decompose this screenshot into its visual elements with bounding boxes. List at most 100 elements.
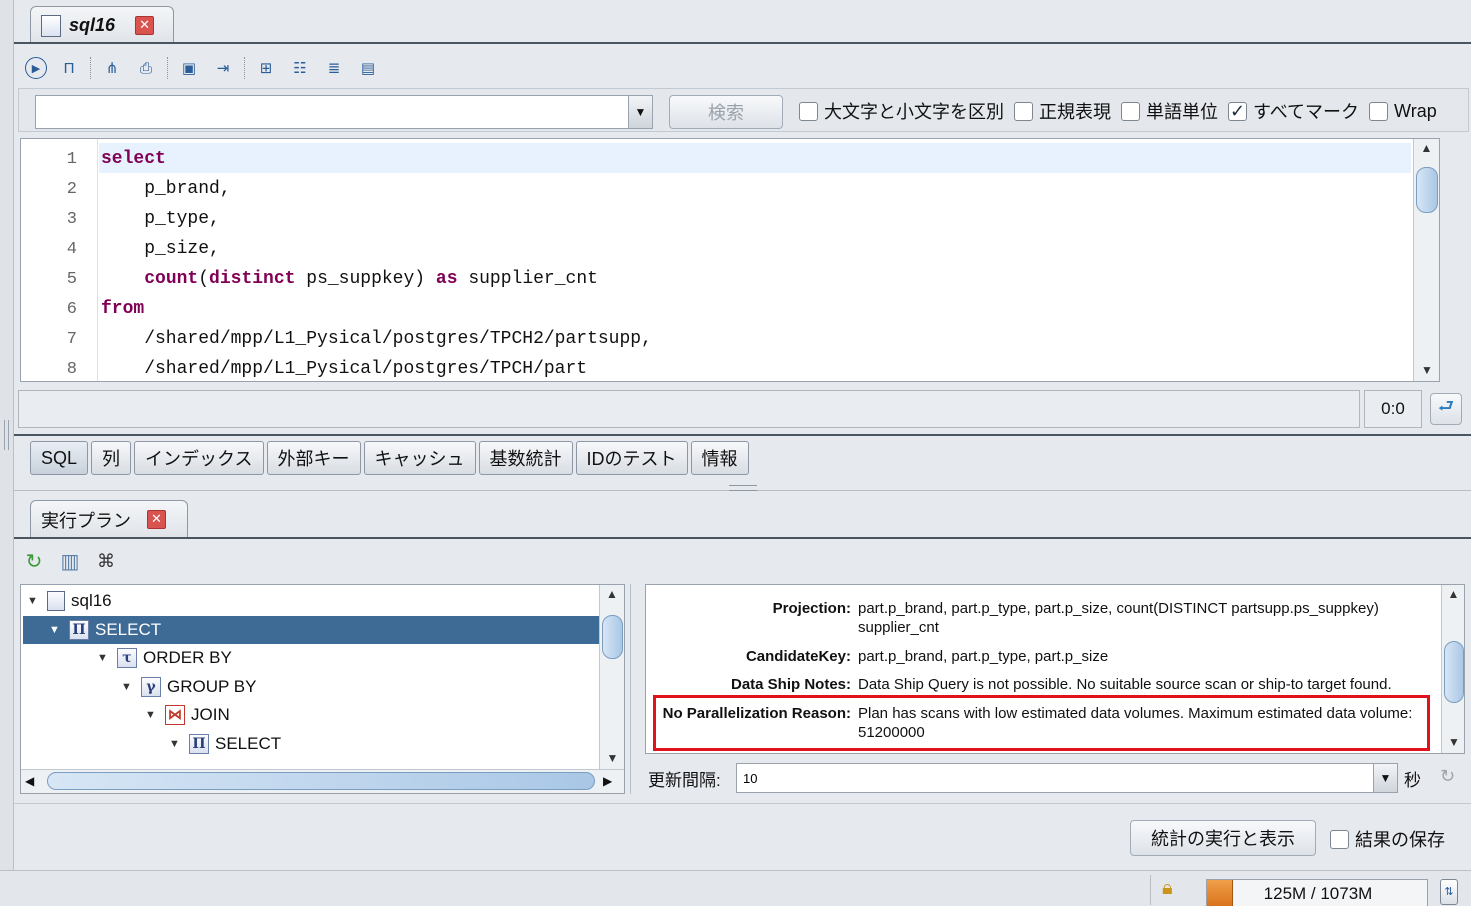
scroll-up-icon[interactable]: ▲ — [1414, 139, 1439, 157]
scroll-thumb[interactable] — [1444, 641, 1464, 703]
tree-node[interactable]: ▼ γ GROUP BY — [21, 673, 256, 701]
tab-6[interactable]: IDのテスト — [575, 441, 688, 475]
props-vscroll[interactable]: ▲ ▼ — [1441, 585, 1464, 753]
tab-2[interactable]: インデックス — [134, 441, 264, 475]
save-results-option[interactable]: 結果の保存 — [1330, 826, 1445, 852]
refresh-label: 更新間隔: — [648, 771, 721, 790]
chevron-down-icon[interactable]: ▼ — [628, 96, 652, 128]
refresh-icon[interactable]: ↻ — [22, 549, 46, 573]
tab-0[interactable]: SQL — [30, 441, 89, 475]
tree-hscroll[interactable]: ◀ ▶ — [21, 769, 624, 793]
document-icon[interactable]: ▤ — [356, 56, 380, 80]
scroll-up-icon[interactable]: ▲ — [1442, 585, 1464, 603]
save-icon[interactable]: ▣ — [177, 56, 201, 80]
tab-1[interactable]: 列 — [91, 441, 132, 475]
query-tree-icon[interactable]: ⋔ — [100, 56, 124, 80]
gc-icon[interactable]: ⇅ — [1440, 879, 1458, 905]
tab-4[interactable]: キャッシュ — [363, 441, 476, 475]
code-line[interactable]: 2 p_brand, — [21, 174, 231, 204]
code-line[interactable]: 1 select — [21, 144, 166, 174]
code-line[interactable]: 8 /shared/mpp/L1_Pysical/postgres/TPCH/p… — [21, 354, 587, 381]
refresh-combo[interactable]: ▼ — [736, 763, 1398, 793]
chevron-down-icon[interactable]: ▼ — [97, 652, 111, 664]
tree-node[interactable]: ▼ τ ORDER BY — [21, 644, 232, 672]
tree-node[interactable]: ▼ ⋈ JOIN — [21, 701, 230, 729]
sql-editor[interactable]: 1 select 2 p_brand, 3 p_type, 4 p_size, 5 cou… — [20, 138, 1440, 382]
search-option-3[interactable]: ✓ すべてマーク — [1228, 98, 1359, 124]
plan-tree[interactable]: ▼ sql16 ▼ Π SELECT ▼ τ ORDER BY ▼ γ GROUP BY ▼ ⋈ JOIN… — [20, 584, 625, 794]
scroll-down-icon[interactable]: ▼ — [1414, 361, 1439, 379]
code-text: p_type, — [97, 209, 220, 229]
scroll-down-icon[interactable]: ▼ — [1442, 733, 1464, 751]
code-line[interactable]: 4 p_size, — [21, 234, 220, 264]
tab-7[interactable]: 情報 — [690, 441, 749, 475]
editor-tab-sql16[interactable]: sql16 ✕ — [30, 6, 174, 44]
search-options: 大文字と小文字を区別 正規表現 単語単位 ✓ すべてマーク Wrap — [799, 89, 1437, 133]
search-combo[interactable]: ▼ — [35, 95, 653, 129]
chevron-down-icon[interactable]: ▼ — [121, 681, 135, 693]
search-option-1[interactable]: 正規表現 — [1014, 98, 1111, 124]
close-icon[interactable]: ✕ — [135, 16, 155, 35]
chevron-down-icon[interactable]: ▼ — [169, 738, 183, 750]
code-area[interactable]: 1 select 2 p_brand, 3 p_type, 4 p_size, 5 cou… — [21, 144, 1411, 381]
chevron-down-icon[interactable]: ▼ — [49, 624, 63, 636]
search-option-checkbox[interactable] — [1369, 101, 1389, 121]
run-stats-button[interactable]: 統計の実行と表示 — [1130, 820, 1316, 856]
search-option-2[interactable]: 単語単位 — [1121, 98, 1218, 124]
refresh-icon[interactable]: ↻ — [1440, 766, 1455, 787]
chevron-down-icon[interactable]: ▼ — [145, 709, 159, 721]
search-option-4[interactable]: Wrap — [1369, 101, 1437, 122]
scroll-thumb[interactable] — [602, 615, 623, 659]
chevron-down-icon[interactable]: ▼ — [27, 595, 41, 607]
code-line[interactable]: 6 from — [21, 294, 144, 324]
refresh-input[interactable] — [737, 764, 1367, 792]
tree-node[interactable]: ▼ sql16 — [21, 587, 112, 615]
plan-tab[interactable]: 実行プラン ✕ — [30, 500, 188, 538]
print-icon[interactable]: ⎙ — [134, 56, 158, 80]
add-row-icon[interactable]: ⊞ — [254, 56, 278, 80]
editor-scrollbar[interactable]: ▲ ▼ — [1413, 139, 1439, 381]
execute-icon[interactable]: ▶ — [25, 57, 47, 79]
tree-node-label: GROUP BY — [167, 676, 257, 696]
scroll-left-icon[interactable]: ◀ — [25, 774, 34, 788]
vertical-splitter[interactable] — [630, 584, 631, 794]
column-icon[interactable]: ▥ — [58, 549, 82, 573]
tab-5[interactable]: 基数統計 — [478, 441, 573, 475]
splitter-handle[interactable] — [729, 485, 757, 491]
splitter-grip[interactable] — [4, 420, 9, 450]
indent-icon[interactable]: ≣ — [322, 56, 346, 80]
property-label: Data Ship Notes: — [730, 676, 851, 693]
search-option-checkbox[interactable] — [1014, 101, 1033, 121]
code-text: p_brand, — [97, 179, 230, 199]
search-option-0[interactable]: 大文字と小文字を区別 — [799, 98, 1004, 124]
explain-plan-icon[interactable]: Π — [57, 56, 81, 80]
search-option-checkbox[interactable] — [799, 101, 818, 121]
format-icon[interactable]: ☷ — [288, 56, 312, 80]
line-number: 4 — [66, 240, 77, 259]
binoculars-icon[interactable]: ⌘ — [94, 549, 118, 573]
chevron-down-icon[interactable]: ▼ — [1373, 764, 1397, 792]
search-button[interactable]: 検索 — [669, 95, 783, 129]
search-option-checkbox[interactable]: ✓ — [1228, 101, 1247, 121]
tree-nodes: ▼ sql16 ▼ Π SELECT ▼ τ ORDER BY ▼ γ GROUP BY ▼ ⋈ JOIN… — [21, 585, 599, 769]
search-option-checkbox[interactable] — [1121, 101, 1140, 121]
hscroll-thumb[interactable] — [47, 772, 595, 790]
import-icon[interactable]: ⇥ — [211, 56, 235, 80]
close-icon[interactable]: ✕ — [147, 510, 166, 529]
tree-node[interactable]: ▼ Π SELECT — [23, 615, 599, 644]
scroll-thumb[interactable] — [1416, 167, 1438, 213]
scroll-down-icon[interactable]: ▼ — [600, 749, 624, 767]
code-line[interactable]: 7 /shared/mpp/L1_Pysical/postgres/TPCH2/… — [21, 324, 652, 354]
scroll-right-icon[interactable]: ▶ — [603, 774, 612, 788]
memory-indicator[interactable]: 125M / 1073M — [1206, 879, 1428, 906]
save-results-checkbox[interactable] — [1330, 829, 1349, 849]
tree-vscroll[interactable]: ▲ ▼ — [599, 585, 624, 769]
editor-toolbar: ▶ Π ⋔ ⎙ ▣ ⇥ ⊞ ☷ ≣ ▤ — [20, 54, 385, 82]
tab-3[interactable]: 外部キー — [266, 441, 361, 475]
scroll-up-icon[interactable]: ▲ — [600, 585, 624, 603]
enter-icon[interactable]: ⮐ — [1430, 393, 1462, 425]
code-line[interactable]: 3 p_type, — [21, 204, 220, 234]
tree-node[interactable]: ▼ Π SELECT — [21, 730, 281, 758]
search-input[interactable] — [36, 96, 624, 128]
code-line[interactable]: 5 count(distinct ps_suppkey) as supplier… — [21, 264, 598, 294]
